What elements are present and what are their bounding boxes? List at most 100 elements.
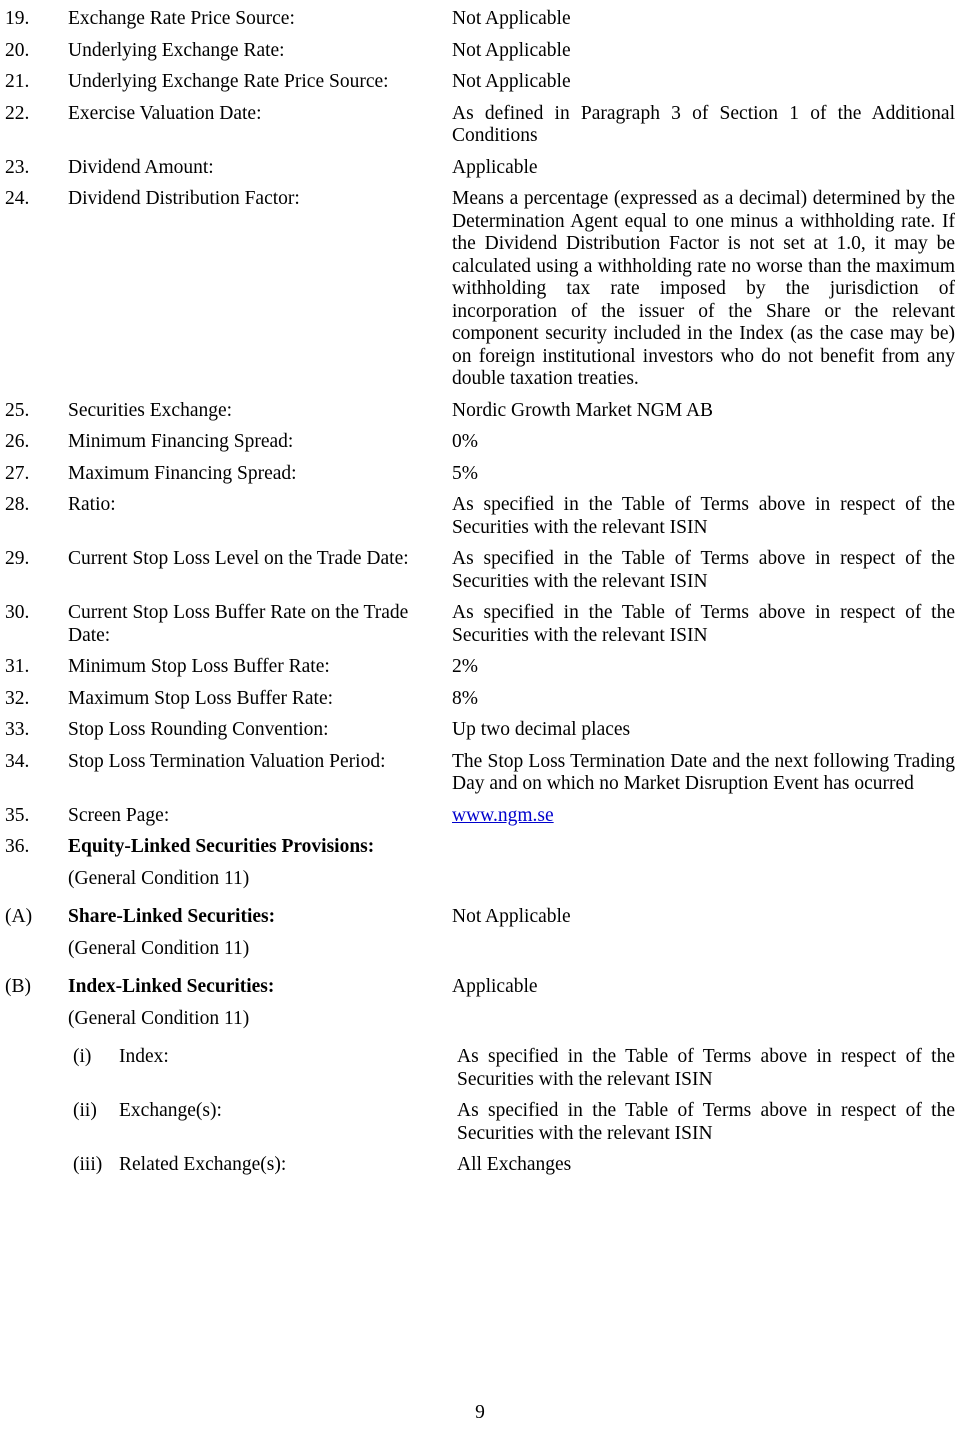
term-label: Share-Linked Securities: xyxy=(68,906,276,927)
term-value: The Stop Loss Termination Date and the n… xyxy=(452,750,955,795)
general-condition-note-36a: (General Condition 11) xyxy=(5,938,955,961)
term-row-28: 28. Ratio: As specified in the Table of … xyxy=(5,494,955,539)
term-label: Equity-Linked Securities Provisions: xyxy=(68,836,375,857)
term-value: Nordic Growth Market NGM AB xyxy=(452,399,714,421)
term-row-35: 35. Screen Page: www.ngm.se xyxy=(5,805,955,828)
term-number: 24. xyxy=(5,188,30,209)
term-row-20: 20. Underlying Exchange Rate: Not Applic… xyxy=(5,40,955,63)
term-number: 34. xyxy=(5,750,30,772)
term-value: As specified in the Table of Terms above… xyxy=(452,494,955,538)
general-condition-note-36: (General Condition 11) xyxy=(5,868,955,891)
term-label: Underlying Exchange Rate Price Source: xyxy=(68,71,389,92)
term-value: Not Applicable xyxy=(452,906,571,927)
term-row-29: 29. Current Stop Loss Level on the Trade… xyxy=(5,548,955,593)
term-row-23: 23. Dividend Amount: Applicable xyxy=(5,157,955,180)
term-number: 30. xyxy=(5,602,30,623)
term-label: Maximum Financing Spread: xyxy=(68,462,297,484)
term-row-22: 22. Exercise Valuation Date: As defined … xyxy=(5,103,955,148)
term-label: Securities Exchange: xyxy=(68,399,233,421)
term-value: Applicable xyxy=(452,976,538,997)
term-value: As specified in the Table of Terms above… xyxy=(457,1100,955,1144)
page-footer: 9 xyxy=(0,1402,960,1424)
page-number: 9 xyxy=(475,1402,485,1423)
term-number: 26. xyxy=(5,431,30,452)
term-number: 35. xyxy=(5,804,30,826)
term-row-36-b-iii: (iii) Related Exchange(s): All Exchanges xyxy=(5,1154,955,1177)
term-value: www.ngm.se xyxy=(452,805,955,828)
term-value: As specified in the Table of Terms above… xyxy=(452,548,955,592)
term-label: Exercise Valuation Date: xyxy=(68,102,262,124)
term-label: Minimum Stop Loss Buffer Rate: xyxy=(68,656,330,677)
term-label: Screen Page: xyxy=(68,804,170,826)
term-value: 8% xyxy=(452,687,478,709)
term-row-36-a: (A) Share-Linked Securities: Not Applica… xyxy=(5,906,955,929)
screen-page-link[interactable]: www.ngm.se xyxy=(452,805,554,826)
term-label: Index: xyxy=(119,1046,169,1067)
term-row-25: 25. Securities Exchange: Nordic Growth M… xyxy=(5,400,955,423)
term-row-36-b-ii: (ii) Exchange(s): As specified in the Ta… xyxy=(5,1100,955,1145)
general-condition-note-36b: (General Condition 11) xyxy=(5,1008,955,1031)
term-label: Exchange Rate Price Source: xyxy=(68,8,295,29)
term-row-36: 36. Equity-Linked Securities Provisions: xyxy=(5,836,955,859)
term-marker: (A) xyxy=(5,906,33,927)
term-number: 31. xyxy=(5,656,30,677)
term-value: 2% xyxy=(452,656,478,677)
term-marker: (i) xyxy=(73,1046,92,1067)
term-number: 28. xyxy=(5,494,30,515)
term-number: 20. xyxy=(5,39,30,61)
term-label: Exchange(s): xyxy=(119,1100,222,1121)
term-row-33: 33. Stop Loss Rounding Convention: Up tw… xyxy=(5,719,955,742)
term-row-21: 21. Underlying Exchange Rate Price Sourc… xyxy=(5,71,955,94)
term-label: Current Stop Loss Buffer Rate on the Tra… xyxy=(68,602,409,646)
term-label: Related Exchange(s): xyxy=(119,1154,287,1175)
term-label: Stop Loss Rounding Convention: xyxy=(68,719,329,740)
term-number: 27. xyxy=(5,462,30,484)
term-value: 0% xyxy=(452,431,478,452)
term-value: As specified in the Table of Terms above… xyxy=(452,602,955,646)
term-label: Maximum Stop Loss Buffer Rate: xyxy=(68,687,334,709)
term-row-31: 31. Minimum Stop Loss Buffer Rate: 2% xyxy=(5,656,955,679)
term-row-30: 30. Current Stop Loss Buffer Rate on the… xyxy=(5,602,955,647)
term-label: Current Stop Loss Level on the Trade Dat… xyxy=(68,548,409,569)
terms-list: 19. Exchange Rate Price Source: Not Appl… xyxy=(5,8,955,1177)
term-number: 36. xyxy=(5,836,30,857)
term-value: Applicable xyxy=(452,156,538,178)
term-marker: (ii) xyxy=(73,1100,97,1121)
term-label: Stop Loss Termination Valuation Period: xyxy=(68,750,386,772)
term-value: Means a percentage (expressed as a decim… xyxy=(452,188,955,389)
term-number: 19. xyxy=(5,8,30,29)
term-number: 25. xyxy=(5,399,30,421)
term-value: Up two decimal places xyxy=(452,719,631,740)
term-marker: (B) xyxy=(5,976,31,997)
term-value: All Exchanges xyxy=(457,1154,572,1175)
term-marker: (iii) xyxy=(73,1154,103,1175)
term-label: Index-Linked Securities: xyxy=(68,976,275,997)
condition-note: (General Condition 11) xyxy=(68,867,250,889)
term-value: As specified in the Table of Terms above… xyxy=(457,1046,955,1090)
term-label: Minimum Financing Spread: xyxy=(68,431,294,452)
term-value: As defined in Paragraph 3 of Section 1 o… xyxy=(452,102,955,147)
condition-note: (General Condition 11) xyxy=(68,937,250,959)
term-label: Ratio: xyxy=(68,494,116,515)
term-row-19: 19. Exchange Rate Price Source: Not Appl… xyxy=(5,8,955,31)
term-value: 5% xyxy=(452,462,478,484)
condition-note: (General Condition 11) xyxy=(68,1007,250,1029)
term-value: Not Applicable xyxy=(452,8,571,29)
term-number: 21. xyxy=(5,71,30,92)
term-row-36-b-i: (i) Index: As specified in the Table of … xyxy=(5,1046,955,1091)
term-row-32: 32. Maximum Stop Loss Buffer Rate: 8% xyxy=(5,688,955,711)
term-number: 22. xyxy=(5,102,30,124)
term-label: Dividend Distribution Factor: xyxy=(68,188,300,209)
term-row-26: 26. Minimum Financing Spread: 0% xyxy=(5,431,955,454)
term-row-34: 34. Stop Loss Termination Valuation Peri… xyxy=(5,751,955,796)
term-label: Dividend Amount: xyxy=(68,156,214,178)
document-page: 19. Exchange Rate Price Source: Not Appl… xyxy=(0,0,960,1430)
term-row-36-b: (B) Index-Linked Securities: Applicable xyxy=(5,976,955,999)
term-number: 29. xyxy=(5,548,30,569)
term-number: 23. xyxy=(5,156,30,178)
term-number: 33. xyxy=(5,719,30,740)
term-label: Underlying Exchange Rate: xyxy=(68,39,285,61)
